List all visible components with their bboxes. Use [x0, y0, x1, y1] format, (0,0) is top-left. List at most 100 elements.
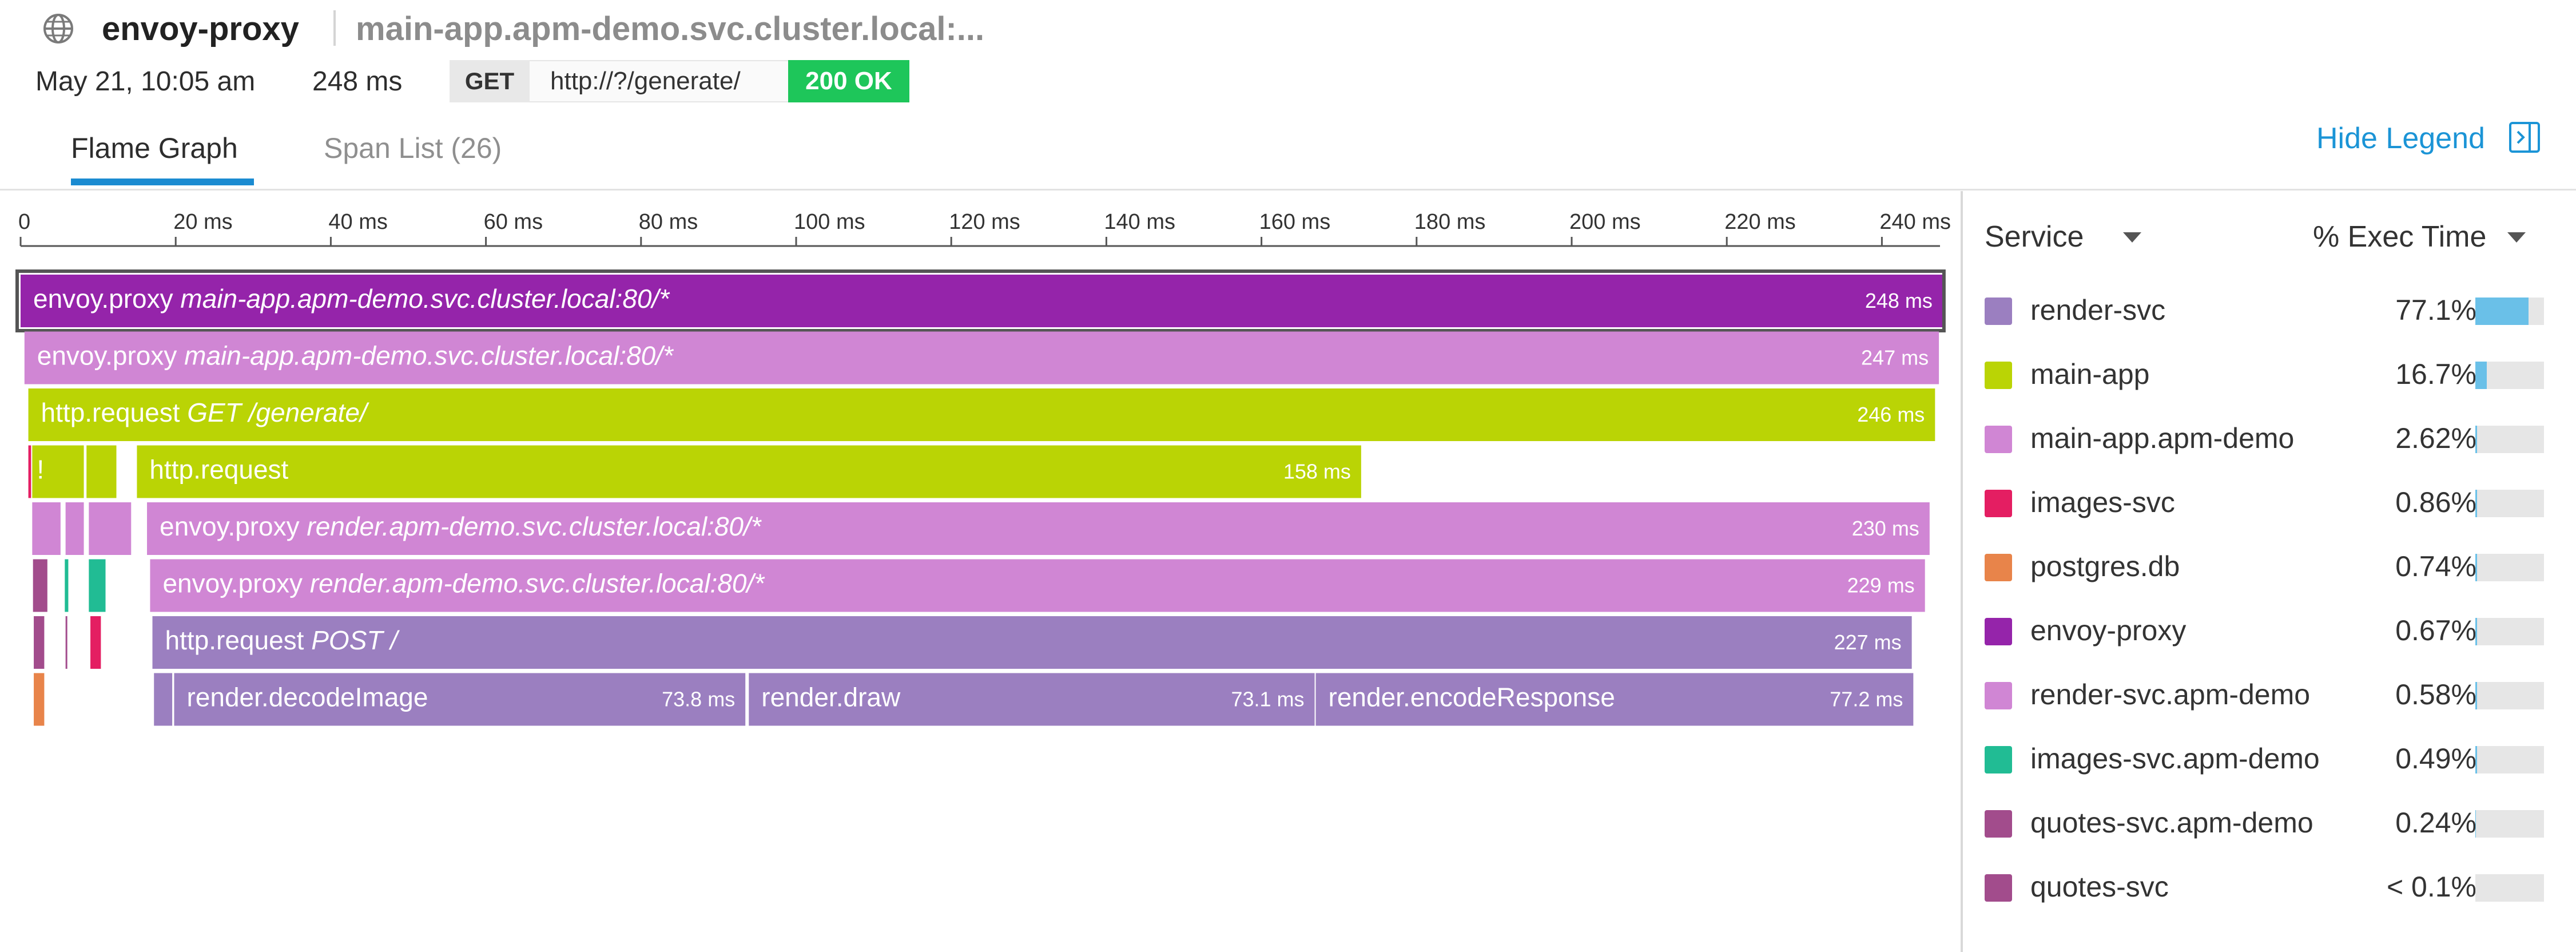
time-axis-tick-label: 160 ms	[1259, 210, 1331, 234]
caret-down-icon[interactable]	[2121, 229, 2144, 246]
legend-exec-bar	[2475, 362, 2544, 389]
legend-exec-pct: 0.74%	[2395, 550, 2476, 582]
span-rect[interactable]	[86, 445, 117, 498]
span-resource: render.apm-demo.svc.cluster.local:80/*	[303, 569, 765, 598]
span-bar[interactable]: envoy.proxy render.apm-demo.svc.cluster.…	[147, 502, 1930, 555]
time-axis-tick-label: 140 ms	[1104, 210, 1175, 234]
legend-row[interactable]: render-svc.apm-demo 0.58%	[1985, 667, 2557, 731]
resource-title[interactable]: main-app.apm-demo.svc.cluster.local:...	[356, 8, 984, 50]
caret-down-icon[interactable]	[2505, 229, 2528, 246]
legend-exec-pct: 0.24%	[2395, 807, 2476, 839]
legend-exec-bar-fill	[2475, 362, 2487, 389]
span-rect[interactable]	[65, 502, 84, 555]
span-duration-label: 73.8 ms	[662, 688, 735, 711]
legend-exec-time-column-header[interactable]: % Exec Time	[2313, 216, 2486, 257]
span-bar[interactable]: http.request GET /generate/246 ms	[28, 388, 1935, 441]
span-label: envoy.proxy render.apm-demo.svc.cluster.…	[162, 569, 765, 598]
span-bar[interactable]	[89, 502, 132, 555]
span-bar[interactable]	[33, 559, 47, 612]
legend-row[interactable]: quotes-svc.apm-demo 0.24%	[1985, 795, 2557, 859]
legend-exec-bar-fill	[2475, 490, 2477, 517]
legend-exec-pct: < 0.1%	[2386, 871, 2476, 903]
service-name[interactable]: envoy-proxy	[102, 8, 299, 50]
span-rect[interactable]	[137, 445, 1361, 498]
legend-row[interactable]: images-svc.apm-demo 0.49%	[1985, 731, 2557, 795]
header-divider	[0, 189, 2576, 191]
legend-row[interactable]: main-app.apm-demo 2.62%	[1985, 411, 2557, 475]
span-rect[interactable]	[34, 673, 45, 726]
span-resource: main-app.apm-demo.svc.cluster.local:80/*	[177, 341, 674, 371]
span-bar[interactable]	[86, 445, 117, 498]
span-bar[interactable]: render.decodeImage 73.8 ms	[174, 673, 746, 726]
span-rect[interactable]	[65, 616, 67, 669]
span-bar[interactable]	[65, 502, 84, 555]
tab-flame-graph[interactable]: Flame Graph	[71, 128, 238, 168]
span-bar[interactable]	[90, 616, 101, 669]
span-bar[interactable]: envoy.proxy main-app.apm-demo.svc.cluste…	[24, 331, 1939, 384]
request-url: http://?/generate/	[530, 60, 788, 102]
span-bar[interactable]	[89, 559, 106, 612]
tab-span-list[interactable]: Span List (26)	[324, 128, 502, 168]
http-method-badge: GET	[450, 60, 530, 102]
span-name: render.decodeImage	[186, 683, 428, 712]
span-rect[interactable]	[34, 616, 45, 669]
legend-exec-bar-fill	[2475, 746, 2477, 774]
span-rect[interactable]	[90, 616, 101, 669]
span-duration-label: 247 ms	[1861, 346, 1929, 370]
legend-service-name: quotes-svc	[2030, 871, 2169, 903]
legend-row[interactable]: postgres.db 0.74%	[1985, 539, 2557, 603]
span-bar[interactable]	[34, 673, 45, 726]
span-duration-label: 227 ms	[1834, 630, 1902, 654]
legend-color-swatch	[1985, 618, 2012, 645]
span-rect[interactable]	[32, 502, 61, 555]
legend-exec-bar	[2475, 682, 2544, 709]
span-bar[interactable]: envoy.proxy main-app.apm-demo.svc.cluste…	[15, 269, 1946, 332]
span-bar[interactable]: render.draw 73.1 ms	[749, 673, 1315, 726]
span-label: envoy.proxy main-app.apm-demo.svc.cluste…	[33, 284, 670, 314]
legend-service-column-header[interactable]: Service	[1985, 216, 2084, 257]
span-rect[interactable]	[154, 673, 173, 726]
legend-row[interactable]: render-svc 77.1%	[1985, 283, 2557, 347]
span-bar[interactable]	[34, 616, 45, 669]
span-bar[interactable]: http.request 158 ms	[137, 445, 1361, 498]
span-rect[interactable]	[33, 559, 47, 612]
span-bar[interactable]: envoy.proxy render.apm-demo.svc.cluster.…	[150, 559, 1925, 612]
time-axis-tick-label: 100 ms	[794, 210, 865, 234]
span-rect[interactable]	[65, 559, 69, 612]
legend-row[interactable]: envoy-proxy 0.67%	[1985, 603, 2557, 667]
hide-legend-button[interactable]: Hide Legend	[2316, 118, 2485, 159]
legend-exec-bar-fill	[2475, 298, 2529, 325]
legend-row[interactable]: images-svc 0.86%	[1985, 475, 2557, 539]
legend-exec-pct: 0.86%	[2395, 486, 2476, 518]
span-rect[interactable]	[152, 616, 1912, 669]
status-badge: 200 OK	[788, 60, 909, 102]
span-bar[interactable]	[32, 502, 61, 555]
span-bar[interactable]	[65, 559, 69, 612]
legend-service-name: render-svc	[2030, 294, 2166, 326]
span-resource: main-app.apm-demo.svc.cluster.local:80/*	[173, 284, 671, 314]
legend-color-swatch	[1985, 490, 2012, 517]
span-rect[interactable]	[89, 559, 106, 612]
legend-exec-bar-fill	[2475, 426, 2478, 453]
legend-exec-bar-fill	[2475, 554, 2477, 581]
span-label: !	[37, 455, 44, 485]
legend-row[interactable]: quotes-svc < 0.1%	[1985, 859, 2557, 923]
span-bar[interactable]	[65, 616, 67, 669]
span-bar[interactable]: http.request POST / 227 ms	[152, 616, 1912, 669]
span-duration-label: 246 ms	[1857, 403, 1925, 426]
span-bar[interactable]: render.encodeResponse 77.2 ms	[1315, 673, 1914, 726]
span-bar[interactable]: !	[32, 445, 84, 498]
span-rect[interactable]	[89, 502, 132, 555]
time-axis-tick-label: 240 ms	[1879, 210, 1951, 234]
legend-service-name: images-svc	[2030, 486, 2175, 518]
span-bar[interactable]	[28, 445, 31, 498]
title-separator	[333, 10, 336, 46]
legend-service-name: envoy-proxy	[2030, 614, 2187, 646]
legend-color-swatch	[1985, 810, 2012, 838]
legend-exec-pct: 0.67%	[2395, 614, 2476, 646]
legend-exec-bar	[2475, 426, 2544, 453]
legend-row[interactable]: main-app 16.7%	[1985, 347, 2557, 411]
span-rect[interactable]	[28, 445, 31, 498]
collapse-panel-icon[interactable]	[2509, 121, 2541, 153]
span-bar[interactable]	[154, 673, 173, 726]
